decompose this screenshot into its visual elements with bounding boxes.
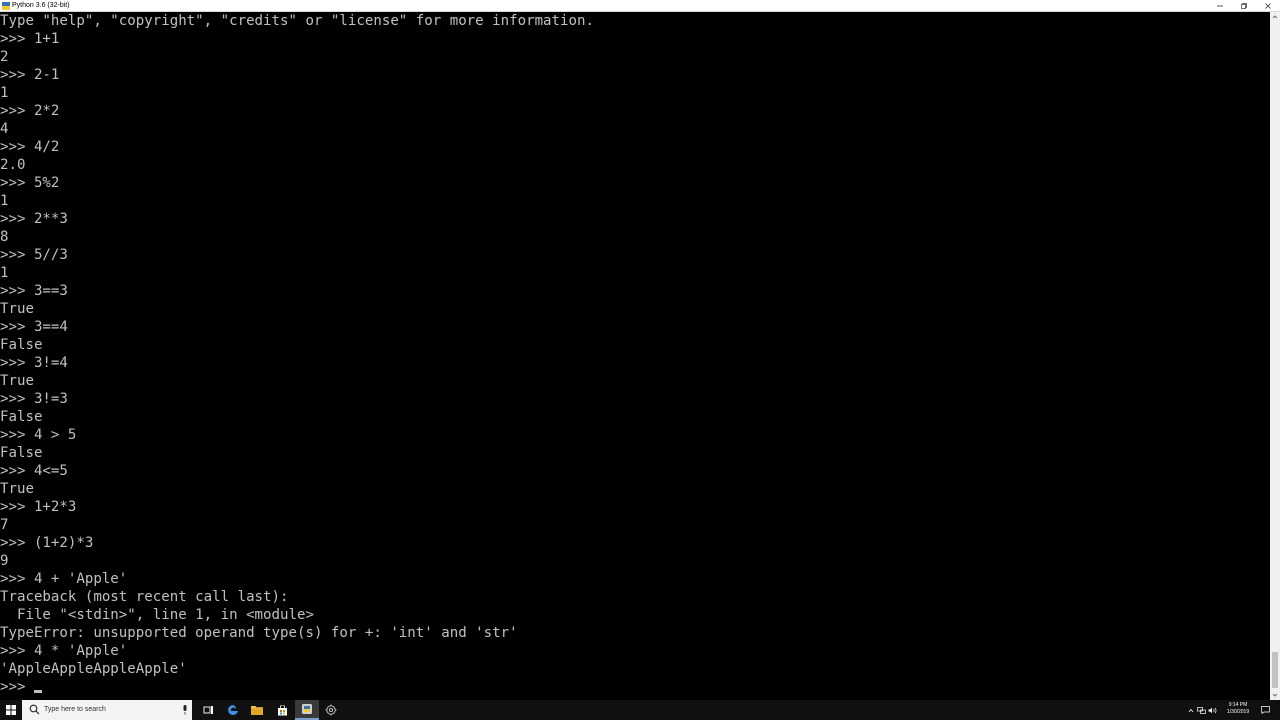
console-line: True (0, 373, 34, 389)
console-line: >>> 2*2 (0, 103, 60, 119)
console-lines: Type "help", "copyright", "credits" or "… (0, 12, 1270, 678)
console-line: 2.0 (0, 157, 26, 173)
console-prompt-line[interactable]: >>> (0, 678, 1270, 696)
gear-icon (325, 704, 337, 716)
volume-icon (1208, 707, 1216, 713)
console-line: 1 (0, 265, 9, 281)
search-placeholder: Type here to search (44, 706, 106, 713)
console-line: True (0, 301, 34, 317)
taskbar: Type here to search 9:14 PM 1/30/2019 (0, 700, 1280, 720)
taskbar-search-box[interactable]: Type here to search (22, 700, 192, 720)
console-line: >>> 2-1 (0, 67, 60, 83)
close-icon (1265, 2, 1271, 9)
vertical-scrollbar[interactable] (1270, 12, 1280, 700)
console-line: TypeError: unsupported operand type(s) f… (0, 625, 518, 641)
console-line: >>> 3==3 (0, 283, 68, 299)
store-icon (277, 704, 287, 715)
maximize-button[interactable] (1232, 0, 1256, 11)
windows-logo-icon (6, 705, 16, 715)
taskbar-file-explorer[interactable] (245, 700, 269, 720)
console-line: 1 (0, 85, 9, 101)
maximize-icon (1241, 2, 1247, 9)
window-title-bar[interactable]: Python 3.6 (32-bit) (0, 0, 1280, 12)
tray-volume[interactable] (1207, 700, 1217, 720)
network-icon (1196, 706, 1206, 714)
taskbar-clock[interactable]: 9:14 PM 1/30/2019 (1222, 702, 1254, 718)
console-line: True (0, 481, 34, 497)
close-button[interactable] (1256, 0, 1280, 11)
console-line: >>> 4<=5 (0, 463, 68, 479)
console-line: >>> 4 + 'Apple' (0, 571, 128, 587)
clock-time: 9:14 PM (1228, 702, 1248, 708)
minimize-button[interactable] (1208, 0, 1232, 11)
console-line: 9 (0, 553, 9, 569)
chevron-up-icon (1272, 15, 1278, 19)
scroll-thumb[interactable] (1272, 652, 1278, 688)
scroll-down-button[interactable] (1270, 690, 1280, 700)
tray-overflow[interactable] (1186, 700, 1195, 720)
console-line: >>> 4/2 (0, 139, 60, 155)
console-line: >>> 1+2*3 (0, 499, 77, 515)
console-line: >>> 3==4 (0, 319, 68, 335)
console-line: False (0, 409, 43, 425)
console-line: 8 (0, 229, 9, 245)
console-line: 'AppleAppleAppleApple' (0, 661, 187, 677)
task-view-icon (203, 706, 213, 714)
taskbar-python[interactable] (295, 700, 319, 720)
tray-network[interactable] (1196, 700, 1206, 720)
start-button[interactable] (0, 700, 22, 720)
console-line: >>> 5//3 (0, 247, 68, 263)
console-line: 7 (0, 517, 9, 533)
taskbar-settings[interactable] (319, 700, 343, 720)
console-line: False (0, 445, 43, 461)
taskbar-store[interactable] (270, 700, 294, 720)
task-view-button[interactable] (196, 700, 220, 720)
console-line: Type "help", "copyright", "credits" or "… (0, 13, 594, 29)
python-icon (2, 2, 10, 10)
window-title: Python 3.6 (32-bit) (12, 2, 70, 9)
console-line: >>> 2**3 (0, 211, 68, 227)
console-line: >>> 3!=4 (0, 355, 68, 371)
console-line: >>> 4 > 5 (0, 427, 77, 443)
taskbar-edge[interactable] (221, 700, 245, 720)
clock-date: 1/30/2019 (1226, 709, 1250, 715)
console-output[interactable]: Type "help", "copyright", "credits" or "… (0, 12, 1270, 700)
search-icon (29, 704, 40, 715)
chevron-down-icon (1272, 693, 1278, 697)
console-line: 4 (0, 121, 9, 137)
text-cursor (33, 690, 42, 693)
python-icon (302, 704, 312, 714)
console-line: >>> 4 * 'Apple' (0, 643, 128, 659)
scroll-up-button[interactable] (1270, 12, 1280, 22)
console-line: >>> 5%2 (0, 175, 60, 191)
chevron-up-icon (1188, 708, 1193, 712)
folder-icon (251, 706, 263, 715)
console-line: >>> 3!=3 (0, 391, 68, 407)
console-line: File "<stdin>", line 1, in <module> (0, 607, 314, 623)
console-line: >>> 1+1 (0, 31, 60, 47)
console-line: Traceback (most recent call last): (0, 589, 289, 605)
microphone-icon[interactable] (182, 705, 188, 715)
console-line: >>> (1+2)*3 (0, 535, 94, 551)
edge-icon (228, 705, 238, 715)
console-line: 2 (0, 49, 9, 65)
notification-icon (1260, 706, 1270, 714)
minimize-icon (1217, 5, 1223, 6)
console-line: False (0, 337, 43, 353)
console-prompt: >>> (0, 679, 34, 695)
action-center-button[interactable] (1258, 700, 1272, 720)
console-line: 1 (0, 193, 9, 209)
